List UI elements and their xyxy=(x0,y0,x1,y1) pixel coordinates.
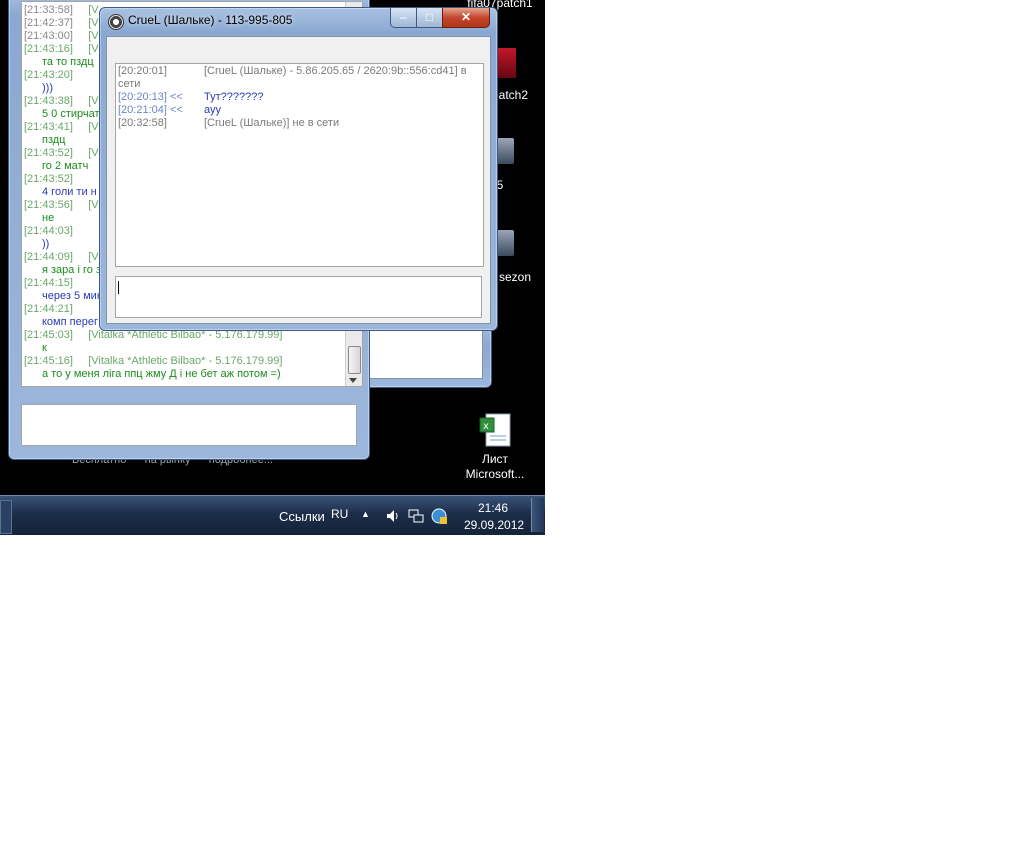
timestamp: [21:43:20] xyxy=(24,69,73,81)
message-text: ))) xyxy=(42,82,53,94)
taskbar: Ссылки RU ▲ 21:46 29.09.2012 xyxy=(0,495,545,535)
timestamp: [20:32:58] xyxy=(118,117,167,129)
timestamp: [20:21:04] xyxy=(118,104,167,116)
message-text: [CrueL (Шальке) - 5.86.205.65 / 2620:9b:… xyxy=(204,65,467,77)
timestamp: [21:42:37] xyxy=(24,17,73,29)
back-chat-input[interactable] xyxy=(21,404,357,446)
message-text: Тут??????? xyxy=(204,91,264,103)
chat-body: [20:20:01] [CrueL (Шальке) - 5.86.205.65… xyxy=(106,36,491,324)
message-text: я зара і го з xyxy=(42,264,101,276)
taskbar-left-button[interactable] xyxy=(0,500,12,534)
message-text: к xyxy=(42,342,47,354)
timestamp: [21:45:16] xyxy=(24,355,73,367)
sender-tag: [V xyxy=(88,4,99,16)
sender-tag: [V xyxy=(88,147,99,159)
message-input[interactable] xyxy=(115,276,482,318)
desktop: fifa07patch1 patch2 5 sezon x Лист Micro… xyxy=(0,0,545,535)
timestamp: [21:43:41] xyxy=(24,121,73,133)
clock-time[interactable]: 21:46 xyxy=(478,501,508,515)
message-text: комп перег xyxy=(42,316,98,328)
message-text: ауу xyxy=(204,104,221,116)
message-row: [20:20:13] << xyxy=(118,91,183,104)
text-cursor xyxy=(118,281,119,294)
sender-tag: [V xyxy=(88,251,99,263)
sender-tag: [Vitalka *Athletic Bilbao* - 5.176.179.9… xyxy=(88,355,283,367)
timestamp: [21:43:52] xyxy=(24,147,73,159)
security-center-icon[interactable] xyxy=(431,508,448,530)
timestamp: [21:44:21] xyxy=(24,303,73,315)
sender-tag: [V xyxy=(88,17,99,29)
message-text: )) xyxy=(42,238,50,250)
message-row: [20:21:04] << xyxy=(118,104,183,117)
message-text: го 2 матч xyxy=(42,160,89,172)
links-toolbar[interactable]: Ссылки xyxy=(279,509,325,524)
timestamp: [21:43:16] xyxy=(24,43,73,55)
message-text: не xyxy=(42,212,55,224)
timestamp: [21:43:00] xyxy=(24,30,73,42)
close-button[interactable]: ✕ xyxy=(442,8,490,28)
timestamp: [20:20:13] xyxy=(118,91,167,103)
direction-marker: << xyxy=(170,104,183,116)
message-text: пздц xyxy=(42,134,66,146)
chat-window[interactable]: CrueL (Шальке) - 113-995-805 ‒ □ ✕ [20:2… xyxy=(99,7,498,331)
sender-tag: [V xyxy=(88,199,99,211)
message-text: а то у меня ліга ппц жму Д і не бет аж п… xyxy=(42,368,281,380)
app-logo-icon xyxy=(108,14,124,30)
message-text: 4 голи ти н xyxy=(42,186,97,198)
message-text: та то пздц xyxy=(42,56,94,68)
timestamp: [21:43:52] xyxy=(24,173,73,185)
timestamp: [21:45:03] xyxy=(24,329,73,341)
show-hidden-icons-button[interactable]: ▲ xyxy=(361,509,370,519)
sender-tag: [V xyxy=(88,30,99,42)
network-icon[interactable] xyxy=(408,508,424,529)
sender-tag: [V xyxy=(88,43,99,55)
show-desktop-button[interactable] xyxy=(531,498,544,532)
message-text: [CrueL (Шальке)] не в сети xyxy=(204,117,340,129)
excel-sheet-icon[interactable]: x xyxy=(478,412,514,448)
desktop-icon-label: Лист xyxy=(481,452,509,466)
scrollbar-thumb[interactable] xyxy=(348,346,361,374)
message-text: сети xyxy=(118,78,141,90)
toolbar-area xyxy=(107,37,490,61)
timestamp: [21:44:15] xyxy=(24,277,73,289)
timestamp: [21:44:09] xyxy=(24,251,73,263)
sender-tag: [V xyxy=(88,95,99,107)
svg-text:x: x xyxy=(483,421,489,432)
maximize-button[interactable]: □ xyxy=(416,8,443,28)
timestamp: [21:43:56] xyxy=(24,199,73,211)
clock-date[interactable]: 29.09.2012 xyxy=(464,518,524,532)
minimize-button[interactable]: ‒ xyxy=(390,8,417,28)
desktop-icon-label: Microsoft... xyxy=(465,467,525,481)
volume-icon[interactable] xyxy=(386,509,400,528)
timestamp: [20:20:01] xyxy=(118,65,167,77)
desktop-icon-excel[interactable]: Лист Microsoft... xyxy=(458,452,532,482)
scroll-down-arrow-icon[interactable] xyxy=(349,378,357,383)
window-title: CrueL (Шальке) - 113-995-805 xyxy=(128,13,293,27)
chat-history: [20:20:01] [CrueL (Шальке) - 5.86.205.65… xyxy=(115,63,484,267)
message-row: [20:20:01] xyxy=(118,65,167,78)
timestamp: [21:44:03] xyxy=(24,225,73,237)
timestamp: [21:33:58] xyxy=(24,4,73,16)
direction-marker: << xyxy=(170,91,183,103)
language-indicator[interactable]: RU xyxy=(331,507,348,521)
message-text: 5 0 стирчат xyxy=(42,108,100,120)
sender-tag: [V xyxy=(88,121,99,133)
timestamp: [21:43:38] xyxy=(24,95,73,107)
message-text: через 5 мин xyxy=(42,290,103,302)
